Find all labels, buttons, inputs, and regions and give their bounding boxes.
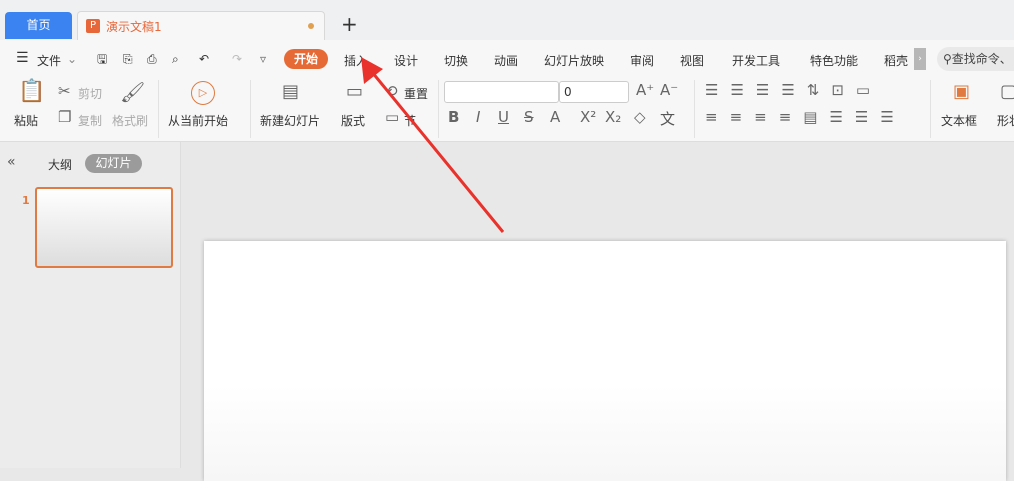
annotation-arrow <box>361 57 505 233</box>
arrow-shaft <box>370 71 505 233</box>
